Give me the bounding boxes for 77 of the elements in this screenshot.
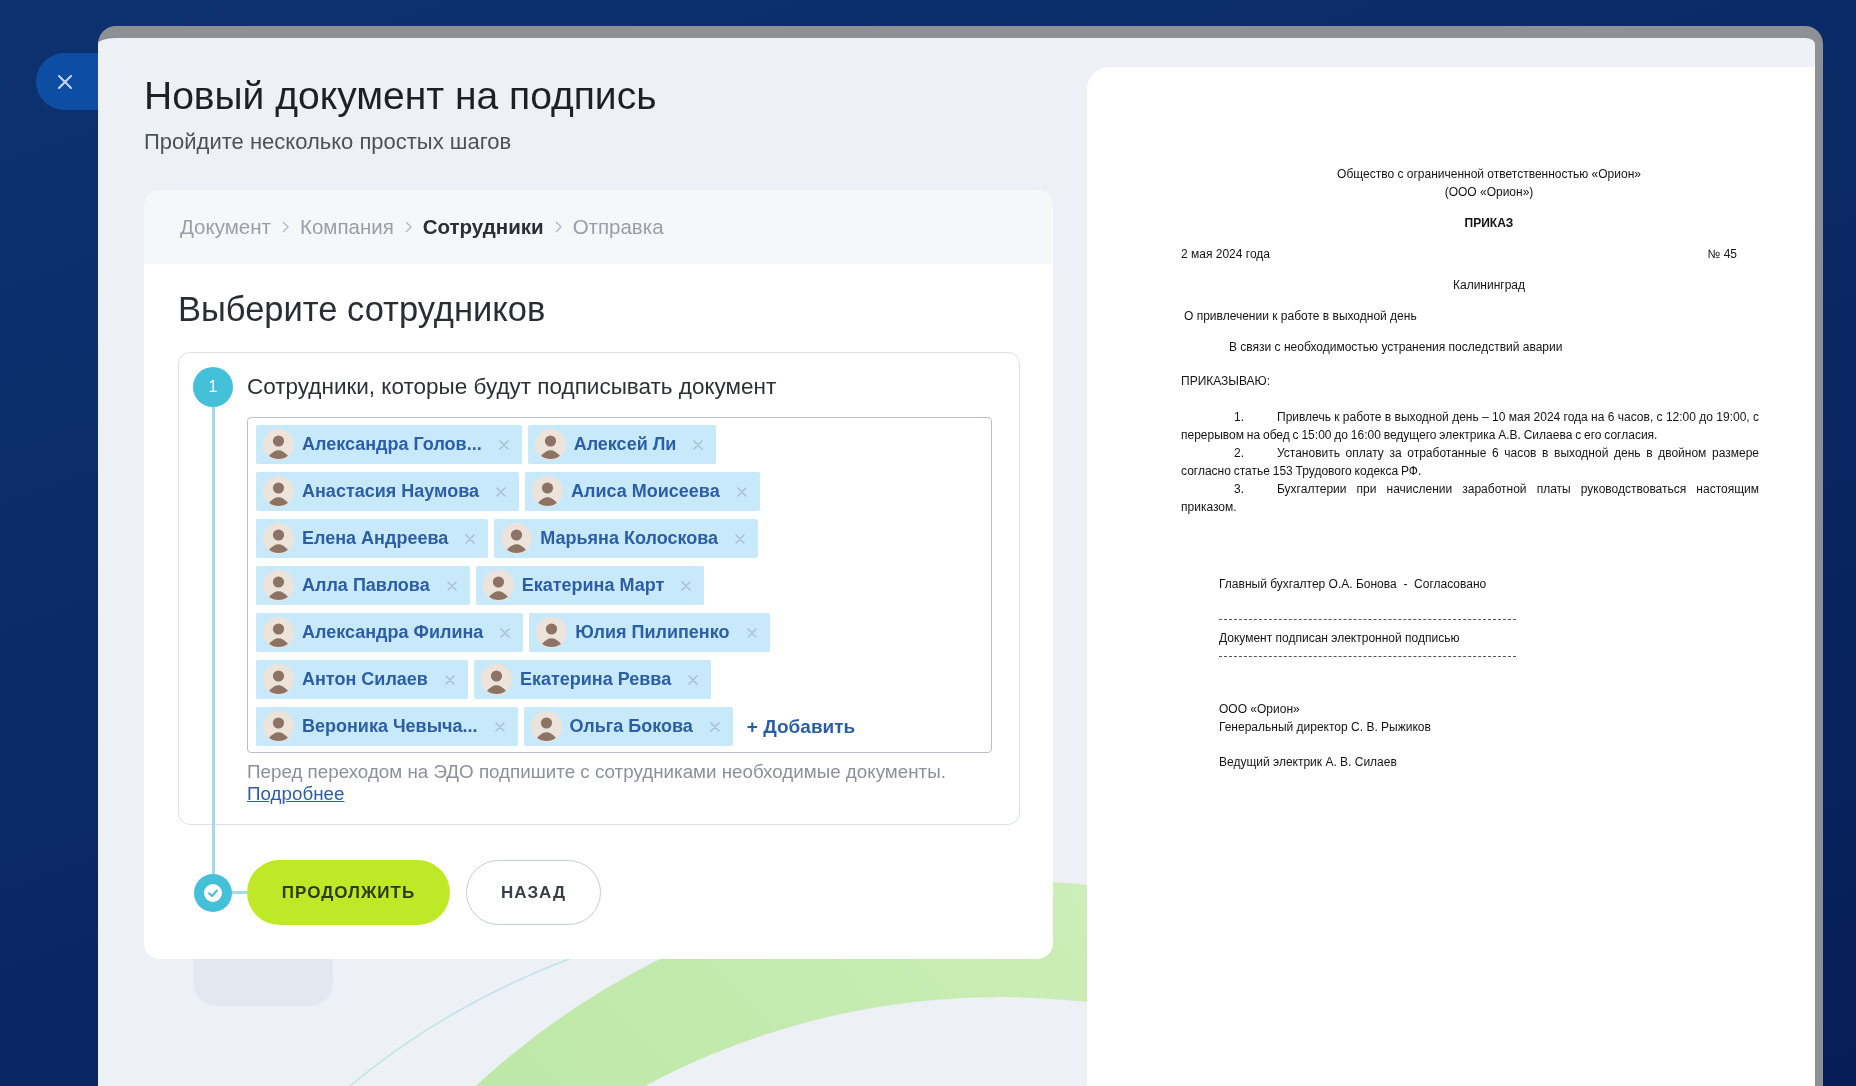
city-name: Калининград: [1451, 277, 1527, 294]
employee-name: Александра Голов...: [302, 434, 482, 455]
avatar-icon: [480, 664, 512, 695]
approval-line: Главный бухгалтер О.А. Бонова - Согласовано: [1218, 576, 1488, 593]
avatar-icon: [482, 570, 514, 601]
close-icon[interactable]: [736, 486, 747, 497]
avatar-icon: [536, 617, 568, 648]
close-button[interactable]: [36, 53, 98, 110]
employee-name: Елена Андреева: [302, 528, 449, 549]
employee-name: Алиса Моисеева: [571, 481, 720, 502]
employee-name: Антон Силаев: [302, 669, 428, 690]
close-icon: [57, 73, 73, 90]
hint-text: Перед переходом на ЭДО подпишите с сотрудниками необходимые документы.: [247, 761, 947, 783]
close-icon[interactable]: [496, 486, 506, 497]
document-number: № 45: [1707, 246, 1737, 263]
signature-note: Документ подписан электронной подписью: [1218, 630, 1461, 647]
employee-name: Марьяна Колоскова: [540, 528, 719, 549]
avatar-icon: [530, 711, 562, 742]
avatar-icon: [263, 570, 294, 601]
executor-line: Ведущий электрик А. В. Силаев: [1218, 754, 1398, 771]
document-subject: О привлечении к работе в выходной день: [1183, 308, 1418, 325]
employee-name: Екатерина Март: [521, 575, 665, 596]
modal-subtitle: Пройдите несколько простых шагов: [144, 128, 513, 155]
employee-name: Екатерина Ревва: [519, 669, 672, 690]
chevron-icon: [404, 221, 412, 233]
close-icon[interactable]: [709, 721, 720, 732]
chevron-icon: [554, 221, 562, 233]
employee-select-field[interactable]: [247, 417, 992, 753]
order-item: 3. Бухгалтерии при начислении заработной платы руководствоваться настоящим приказом.: [1181, 481, 1759, 516]
signatory-line: ООО «Орион»: [1218, 701, 1301, 718]
document-preamble: В связи с необходимостью устранения последствий аварии: [1228, 339, 1564, 356]
step-label: Сотрудники, которые будут подписывать документ: [247, 373, 778, 401]
back-button[interactable]: НАЗАД: [466, 860, 601, 925]
close-icon[interactable]: [494, 721, 505, 732]
close-icon[interactable]: [500, 627, 511, 638]
avatar-icon: [532, 476, 563, 507]
modal-title: Новый документ на подпись: [144, 73, 658, 119]
avatar-icon: [263, 429, 294, 460]
chevron-icon: [281, 221, 289, 233]
employee-name: Александра Филина: [302, 622, 484, 643]
avatar-icon: [263, 711, 294, 742]
document-date: 2 мая 2024 года: [1181, 246, 1270, 263]
employee-name: Алла Павлова: [302, 575, 430, 596]
section-heading: Выберите сотрудников: [178, 289, 547, 329]
order-heading: ПРИКАЗЫВАЮ:: [1181, 373, 1272, 390]
order-item: 2. Установить оплату за отработанные 6 часов в выходной день в двойном размере согласно статье 153 Трудового кодекса РФ.: [1181, 445, 1759, 480]
breadcrumb-step[interactable]: Сотрудники: [422, 215, 544, 239]
continue-button[interactable]: ПРОДОЛЖИТЬ: [247, 860, 450, 925]
employee-name: Ольга Бокова: [569, 716, 693, 737]
signatory-line: Генеральный директор С. В. Рыжиков: [1218, 719, 1432, 736]
avatar-icon: [263, 617, 294, 648]
organization-heading: (ООО «Орион»): [1443, 184, 1535, 201]
close-icon[interactable]: [681, 580, 692, 591]
close-icon[interactable]: [688, 674, 699, 685]
employee-name: Алексей Ли: [573, 434, 677, 455]
employee-name: Анастасия Наумова: [302, 481, 479, 502]
close-icon[interactable]: [446, 580, 457, 591]
close-icon[interactable]: [746, 627, 757, 638]
close-icon[interactable]: [498, 439, 509, 450]
close-icon[interactable]: [693, 439, 704, 450]
close-icon[interactable]: [444, 674, 455, 685]
avatar-icon: [263, 523, 294, 554]
order-item: 1. Привлечь к работе в выходной день – 10 мая 2024 года на 6 часов, с 12:00 до 19:00, с перерывом на обед с 15:00 до 16:00 ведущего электрика А.В. Силаева с его согласия.: [1181, 409, 1759, 444]
avatar-icon: [263, 664, 294, 695]
more-link[interactable]: Подробнее: [247, 783, 345, 804]
avatar-icon: [501, 523, 533, 554]
employee-name: Юлия Пилипенко: [575, 622, 730, 643]
avatar-icon: [263, 476, 294, 507]
organization-heading: Общество с ограниченной ответственностью «Орион»: [1336, 166, 1642, 183]
document-title: ПРИКАЗ: [1463, 215, 1515, 232]
employee-name: Вероника Чевыча...: [302, 716, 478, 737]
close-icon[interactable]: [465, 533, 476, 544]
add-employee-link[interactable]: + Добавить: [746, 715, 856, 738]
avatar-icon: [534, 429, 566, 460]
close-icon[interactable]: [735, 533, 746, 544]
step-number: 1: [193, 367, 233, 407]
check-circle-icon: [194, 873, 232, 912]
